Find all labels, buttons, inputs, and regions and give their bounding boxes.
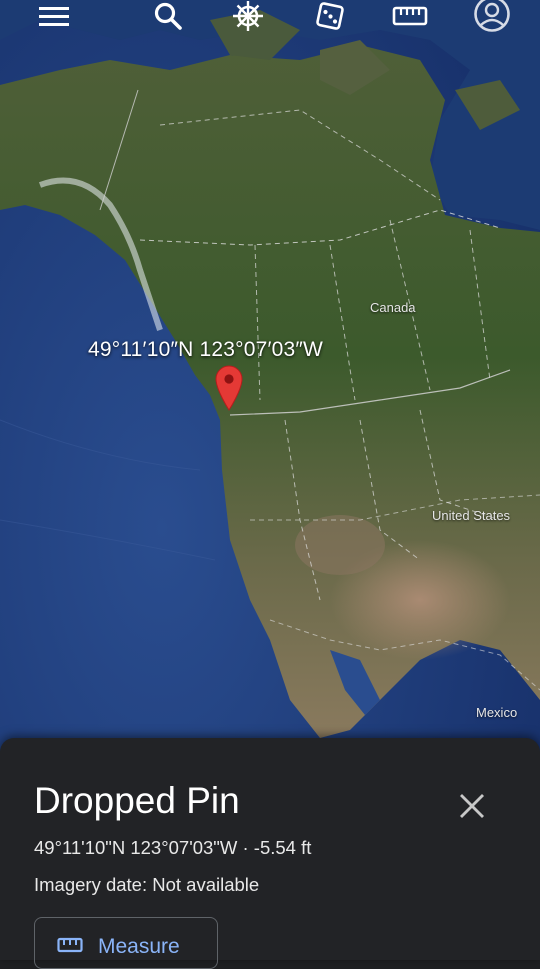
map-pin-icon[interactable] <box>214 364 244 412</box>
measure-button-label: Measure <box>98 935 180 958</box>
map-label-united-states: United States <box>432 508 511 523</box>
top-toolbar <box>0 0 540 40</box>
map-label-canada: Canada <box>370 300 416 315</box>
close-icon[interactable] <box>452 786 492 826</box>
voyager-wheel-icon[interactable] <box>226 0 270 32</box>
ruler-icon <box>57 937 83 958</box>
account-icon[interactable] <box>470 0 514 32</box>
dropped-pin-sheet: Dropped Pin 49°11'10"N 123°07'03"W · -5.… <box>0 738 540 969</box>
dice-icon[interactable] <box>308 0 352 32</box>
imagery-date: Imagery date: Not available <box>34 874 260 895</box>
measure-button[interactable]: Measure <box>34 917 218 969</box>
ruler-icon[interactable] <box>388 0 432 32</box>
sheet-title: Dropped Pin <box>34 780 240 821</box>
map-label-mexico: Mexico <box>476 705 518 720</box>
pin-coordinates-label: 49°11′10″N 123°07′03″W <box>88 338 324 361</box>
menu-icon[interactable] <box>32 0 76 32</box>
search-icon[interactable] <box>146 0 190 32</box>
pin-coordinates-elevation: 49°11'10"N 123°07'03"W · -5.54 ft <box>34 837 312 858</box>
